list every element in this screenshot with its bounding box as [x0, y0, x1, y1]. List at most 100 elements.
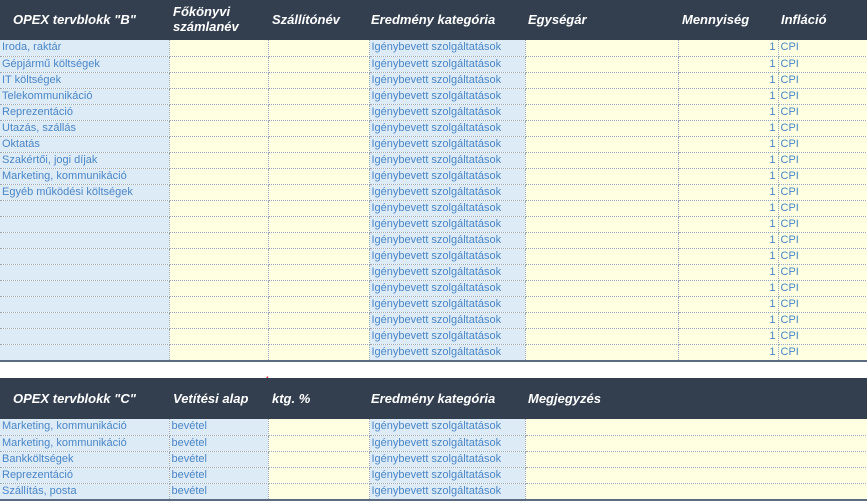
- cell-quantity[interactable]: 1: [678, 152, 779, 169]
- cell-result-category[interactable]: Igénybevett szolgáltatások: [369, 72, 526, 89]
- cell-ledger-account[interactable]: [169, 168, 269, 185]
- cell-quantity[interactable]: 1: [678, 200, 779, 217]
- cell-quantity[interactable]: 1: [678, 120, 779, 137]
- cell-unit-price[interactable]: [525, 88, 679, 105]
- cell-note[interactable]: [525, 451, 867, 468]
- cell-ledger-account[interactable]: [169, 120, 269, 137]
- cell-result-category[interactable]: Igénybevett szolgáltatások: [369, 312, 526, 329]
- cell-item-name[interactable]: [0, 344, 170, 362]
- cell-unit-price[interactable]: [525, 344, 679, 362]
- cell-item-name[interactable]: Marketing, kommunikáció: [0, 419, 170, 436]
- cell-cost-percent[interactable]: [268, 451, 370, 468]
- cell-quantity[interactable]: 1: [678, 40, 779, 57]
- cell-result-category[interactable]: Igénybevett szolgáltatások: [369, 88, 526, 105]
- cell-supplier[interactable]: [268, 344, 370, 362]
- cell-inflation[interactable]: CPI: [778, 72, 867, 89]
- cell-result-category[interactable]: Igénybevett szolgáltatások: [369, 467, 526, 484]
- cell-quantity[interactable]: 1: [678, 88, 779, 105]
- cell-result-category[interactable]: Igénybevett szolgáltatások: [369, 168, 526, 185]
- cell-quantity[interactable]: 1: [678, 328, 779, 345]
- cell-supplier[interactable]: [268, 264, 370, 281]
- cell-projection-base[interactable]: bevétel: [169, 451, 269, 468]
- cell-item-name[interactable]: Marketing, kommunikáció: [0, 168, 170, 185]
- cell-ledger-account[interactable]: [169, 88, 269, 105]
- cell-quantity[interactable]: 1: [678, 264, 779, 281]
- cell-inflation[interactable]: CPI: [778, 200, 867, 217]
- cell-cost-percent[interactable]: [268, 467, 370, 484]
- cell-supplier[interactable]: [268, 312, 370, 329]
- cell-quantity[interactable]: 1: [678, 216, 779, 233]
- cell-item-name[interactable]: [0, 328, 170, 345]
- cell-unit-price[interactable]: [525, 296, 679, 313]
- cell-ledger-account[interactable]: [169, 296, 269, 313]
- cell-result-category[interactable]: Igénybevett szolgáltatások: [369, 435, 526, 452]
- cell-supplier[interactable]: [268, 328, 370, 345]
- cell-unit-price[interactable]: [525, 216, 679, 233]
- cell-quantity[interactable]: 1: [678, 104, 779, 121]
- cell-quantity[interactable]: 1: [678, 56, 779, 73]
- cell-unit-price[interactable]: [525, 264, 679, 281]
- cell-unit-price[interactable]: [525, 72, 679, 89]
- cell-supplier[interactable]: [268, 88, 370, 105]
- cell-result-category[interactable]: Igénybevett szolgáltatások: [369, 184, 526, 201]
- cell-note[interactable]: [525, 483, 867, 501]
- cell-result-category[interactable]: Igénybevett szolgáltatások: [369, 248, 526, 265]
- cell-inflation[interactable]: CPI: [778, 56, 867, 73]
- cell-result-category[interactable]: Igénybevett szolgáltatások: [369, 136, 526, 153]
- cell-result-category[interactable]: Igénybevett szolgáltatások: [369, 344, 526, 362]
- cell-inflation[interactable]: CPI: [778, 232, 867, 249]
- cell-supplier[interactable]: [268, 72, 370, 89]
- cell-item-name[interactable]: Bankköltségek: [0, 451, 170, 468]
- cell-unit-price[interactable]: [525, 168, 679, 185]
- cell-item-name[interactable]: Szakértői, jogi díjak: [0, 152, 170, 169]
- cell-item-name[interactable]: Iroda, raktár: [0, 40, 170, 57]
- cell-supplier[interactable]: [268, 40, 370, 57]
- cell-unit-price[interactable]: [525, 136, 679, 153]
- cell-ledger-account[interactable]: [169, 328, 269, 345]
- cell-inflation[interactable]: CPI: [778, 168, 867, 185]
- cell-inflation[interactable]: CPI: [778, 248, 867, 265]
- cell-supplier[interactable]: [268, 136, 370, 153]
- cell-cost-percent[interactable]: [268, 435, 370, 452]
- cell-inflation[interactable]: CPI: [778, 296, 867, 313]
- cell-item-name[interactable]: [0, 312, 170, 329]
- cell-item-name[interactable]: [0, 216, 170, 233]
- cell-item-name[interactable]: Egyéb működési költségek: [0, 184, 170, 201]
- cell-quantity[interactable]: 1: [678, 72, 779, 89]
- cell-ledger-account[interactable]: [169, 200, 269, 217]
- cell-ledger-account[interactable]: [169, 104, 269, 121]
- cell-inflation[interactable]: CPI: [778, 88, 867, 105]
- cell-supplier[interactable]: [268, 248, 370, 265]
- cell-inflation[interactable]: CPI: [778, 184, 867, 201]
- cell-item-name[interactable]: [0, 248, 170, 265]
- cell-result-category[interactable]: Igénybevett szolgáltatások: [369, 104, 526, 121]
- cell-inflation[interactable]: CPI: [778, 104, 867, 121]
- cell-supplier[interactable]: [268, 232, 370, 249]
- cell-item-name[interactable]: Szállítás, posta: [0, 483, 170, 501]
- cell-inflation[interactable]: CPI: [778, 328, 867, 345]
- cell-result-category[interactable]: Igénybevett szolgáltatások: [369, 451, 526, 468]
- cell-item-name[interactable]: Gépjármű költségek: [0, 56, 170, 73]
- cell-result-category[interactable]: Igénybevett szolgáltatások: [369, 200, 526, 217]
- cell-supplier[interactable]: [268, 120, 370, 137]
- cell-item-name[interactable]: [0, 200, 170, 217]
- cell-inflation[interactable]: CPI: [778, 264, 867, 281]
- cell-quantity[interactable]: 1: [678, 168, 779, 185]
- cell-supplier[interactable]: [268, 184, 370, 201]
- cell-quantity[interactable]: 1: [678, 312, 779, 329]
- cell-result-category[interactable]: Igénybevett szolgáltatások: [369, 419, 526, 436]
- cell-result-category[interactable]: Igénybevett szolgáltatások: [369, 296, 526, 313]
- cell-item-name[interactable]: [0, 296, 170, 313]
- cell-supplier[interactable]: [268, 152, 370, 169]
- cell-quantity[interactable]: 1: [678, 280, 779, 297]
- cell-unit-price[interactable]: [525, 184, 679, 201]
- cell-unit-price[interactable]: [525, 232, 679, 249]
- cell-ledger-account[interactable]: [169, 136, 269, 153]
- cell-quantity[interactable]: 1: [678, 344, 779, 362]
- cell-inflation[interactable]: CPI: [778, 280, 867, 297]
- cell-quantity[interactable]: 1: [678, 248, 779, 265]
- cell-ledger-account[interactable]: [169, 344, 269, 362]
- cell-unit-price[interactable]: [525, 312, 679, 329]
- cell-ledger-account[interactable]: [169, 56, 269, 73]
- cell-item-name[interactable]: Reprezentáció: [0, 104, 170, 121]
